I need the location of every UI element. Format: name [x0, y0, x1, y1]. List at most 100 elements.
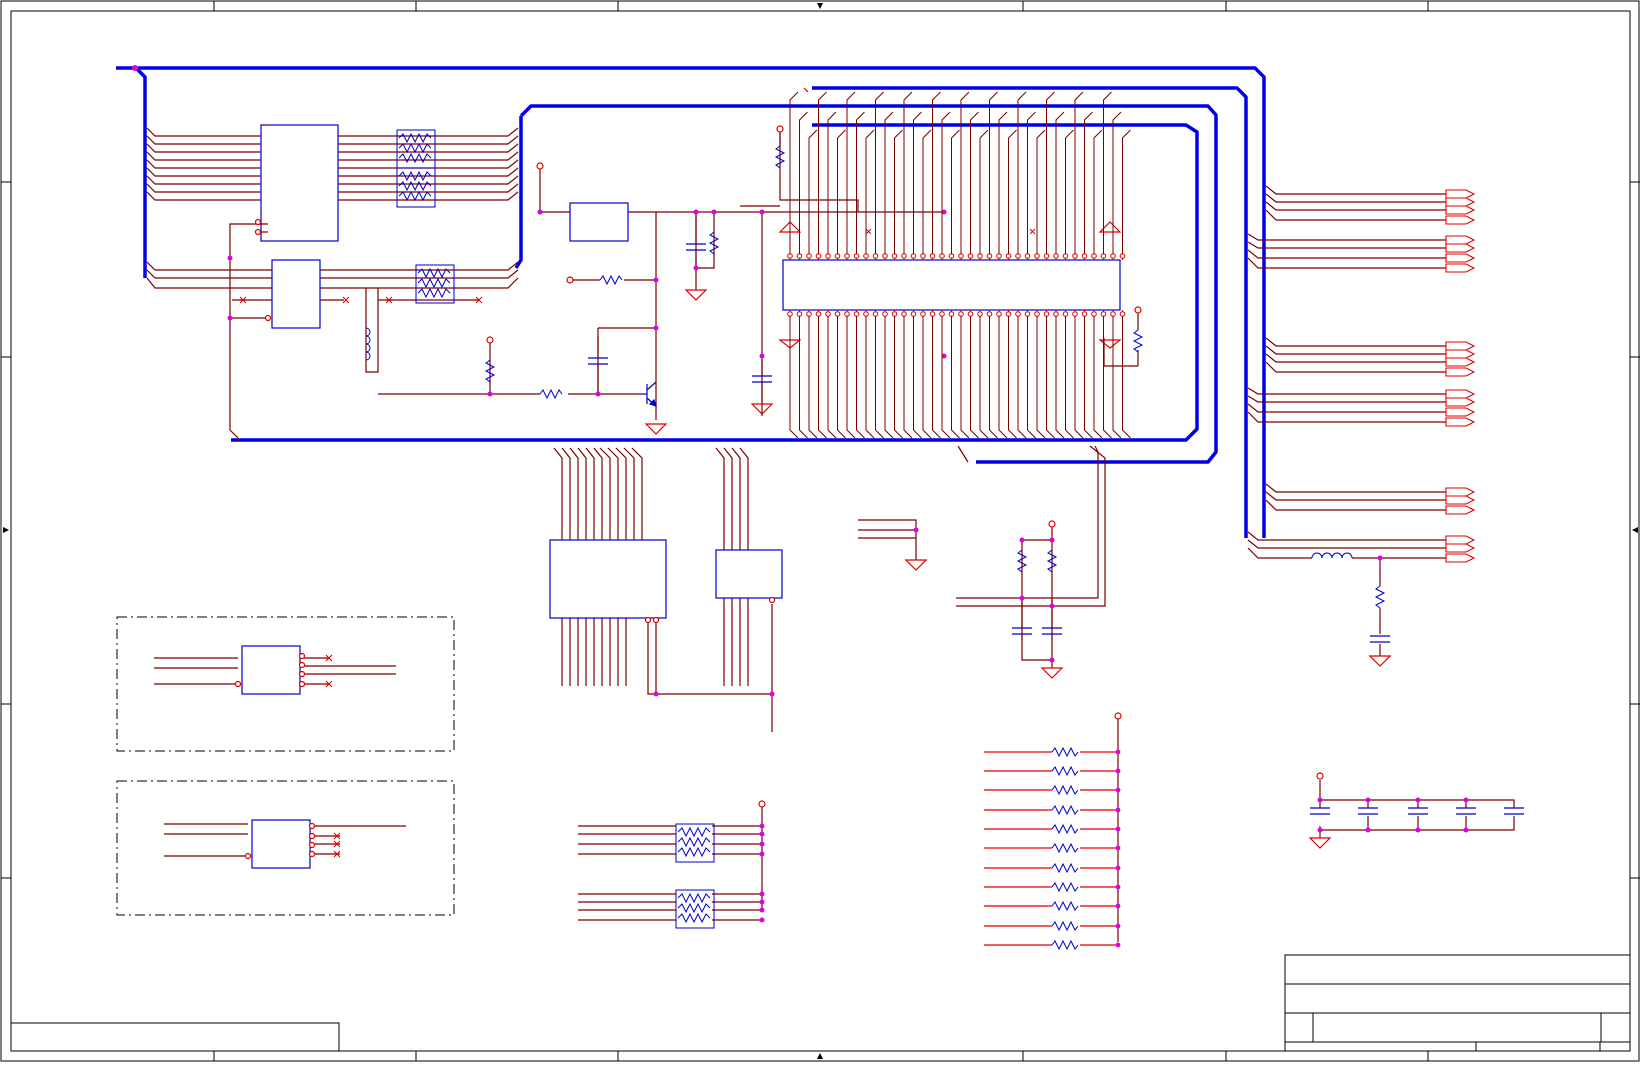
resistor-icon [1051, 804, 1079, 816]
connector-pin-top [920, 253, 926, 259]
connector-pin-bottom [1100, 311, 1107, 317]
connector-pin-bottom [853, 311, 860, 317]
connector-pin-top [1091, 253, 1097, 259]
connector-pin-top [910, 253, 917, 259]
connector-pin-bottom [1015, 311, 1021, 317]
resistor-network-icon [396, 167, 436, 208]
title-block [1284, 954, 1631, 1052]
connector-pin-top [1034, 253, 1040, 259]
connector-pin-top [806, 253, 812, 259]
ic-bodies [241, 124, 1121, 869]
resistor-icon [1051, 765, 1079, 777]
connector-pin-top [1053, 253, 1059, 259]
ic-u2 [271, 259, 321, 329]
connector-pin-bottom [815, 311, 822, 317]
edge-connectors [1445, 189, 1476, 563]
resistor-icon [1051, 746, 1079, 758]
inductor-icon [1311, 552, 1353, 559]
connector-pin-top [844, 253, 850, 259]
connector-pin-bottom [986, 311, 993, 317]
connector-pin-bottom [967, 311, 974, 317]
connector-pin-top [834, 253, 841, 259]
edge-connector-icon [1445, 407, 1476, 417]
connector-pin-bottom [910, 311, 917, 317]
edge-connector-icon [1445, 205, 1476, 215]
edge-connector-icon [1445, 495, 1476, 505]
schematic-canvas [0, 0, 1640, 1062]
connector-pin-top [967, 253, 974, 259]
connector-pin-bottom [977, 311, 983, 317]
ic-regulator [569, 202, 629, 242]
connector-pin-top [1015, 253, 1021, 259]
connector-pin-bottom [872, 311, 879, 317]
connector-pin-top [977, 253, 983, 259]
connector-pin-bottom [920, 311, 926, 317]
connector-pin-top [825, 253, 831, 259]
capacitor-icon [1370, 635, 1390, 643]
connector-pin-top [996, 253, 1002, 259]
capacitor-icon [1504, 807, 1524, 815]
capacitor-icon [1408, 807, 1428, 815]
edge-connector-icon [1445, 197, 1476, 207]
edge-connector-icon [1445, 505, 1476, 515]
resistor-icon [1132, 329, 1144, 353]
edge-connector-icon [1445, 389, 1476, 399]
connector-pin-bottom [834, 311, 841, 317]
ground-icon [644, 423, 668, 435]
resistor-icon [1051, 920, 1079, 932]
ic-u1 [260, 124, 339, 242]
connector-pin-top [891, 253, 898, 259]
connector-pin-bottom [844, 311, 850, 317]
connector-pin-bottom [901, 311, 907, 317]
edge-connector-icon [1445, 543, 1476, 553]
connector-pin-top [901, 253, 907, 259]
connector-pin-bottom [1043, 311, 1050, 317]
resistor-icon [1051, 881, 1079, 893]
connector-pin-top [796, 253, 803, 259]
connector-pin-bottom [1034, 311, 1040, 317]
ic-u4 [715, 549, 783, 599]
connector-pin-bottom [863, 311, 869, 317]
ground-icon [904, 559, 928, 571]
connector-pin-bottom [796, 311, 803, 317]
connector-pin-top [986, 253, 993, 259]
centre-marks [3, 3, 1638, 1059]
connector-pin-bottom [1110, 311, 1116, 317]
ground-icon [1040, 667, 1064, 679]
connector-pin-bottom [996, 311, 1002, 317]
connector-pin-top [948, 253, 955, 259]
bus-lines [116, 66, 1266, 538]
connector-pin-top [1043, 253, 1050, 259]
net-wires [146, 127, 1515, 942]
ic-main-connector [782, 259, 1121, 311]
capacitor-icon [1456, 807, 1476, 815]
main-connector-pins [787, 91, 1131, 439]
ground-icon [1368, 655, 1392, 667]
connector-pin-bottom [806, 311, 812, 317]
connector-pin-top [1081, 253, 1088, 259]
connector-pin-bottom [958, 311, 964, 317]
connector-pin-top [939, 253, 945, 259]
connector-pin-bottom [1024, 311, 1031, 317]
resistor-icon [599, 274, 623, 286]
edge-connector-icon [1445, 243, 1476, 253]
capacitor-icon [1310, 807, 1330, 815]
npn-transistor-icon [640, 381, 657, 407]
connector-pin-top [787, 253, 793, 259]
edge-connector-icon [1445, 357, 1476, 367]
power-arrows [778, 221, 1122, 233]
connector-pin-bottom [882, 311, 888, 317]
connector-pin-top [1072, 253, 1078, 259]
edge-connector-icon [1445, 535, 1476, 545]
connector-pin-bottom [1053, 311, 1059, 317]
ground-icon [684, 289, 708, 301]
resistors [484, 145, 1386, 609]
connector-pin-top [882, 253, 888, 259]
connector-pin-bottom [1072, 311, 1078, 317]
connector-pin-bottom [929, 311, 936, 317]
connector-pin-bottom [891, 311, 898, 317]
resistor-icon [1051, 823, 1079, 835]
connector-pin-bottom [825, 311, 831, 317]
connector-pin-bottom [1119, 311, 1126, 317]
resistor-icon [1051, 939, 1079, 951]
